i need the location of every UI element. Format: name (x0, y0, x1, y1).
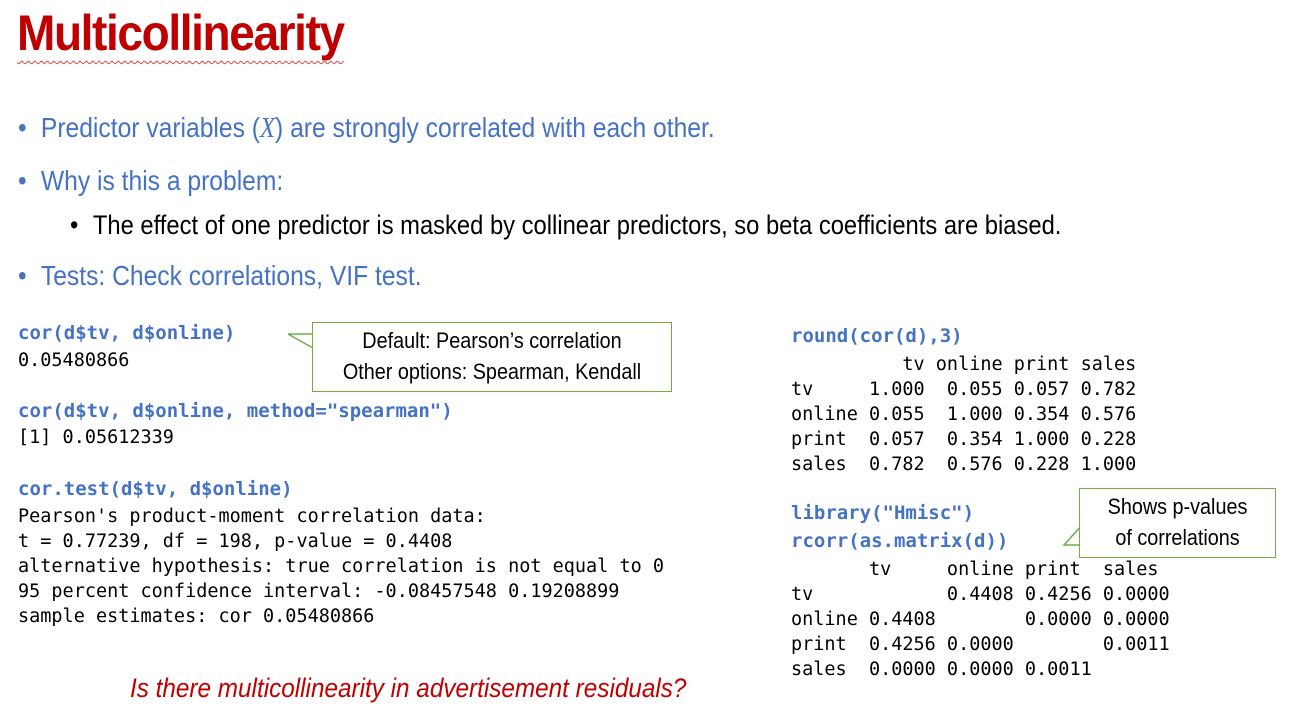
code-round-cor: round(cor(d),3) (791, 325, 963, 347)
bullet-text: Predictor variables ( (40, 112, 260, 143)
output-rcorr-pvalues: tv online print sales tv 0.4408 0.4256 0… (791, 559, 1170, 680)
code-rcorr: rcorr(as.matrix(d)) (791, 530, 1009, 552)
slide-title: Multicollinearity (17, 5, 345, 61)
variable-x: X (259, 113, 276, 144)
bullet-dot-icon: • (18, 260, 27, 291)
question-text: Is there multicollinearity in advertisem… (130, 673, 687, 703)
callout-default-pearson: Default: Pearson’s correlation Other opt… (312, 322, 672, 392)
bullet-text: Tests: Check correlations, VIF test. (40, 260, 422, 291)
code-cor-spearman: cor(d$tv, d$online, method="spearman") (18, 400, 453, 422)
callout-line: Shows p-values (1107, 494, 1248, 519)
bullet-text: The effect of one predictor is masked by… (92, 210, 1062, 240)
code-cor: cor(d$tv, d$online) (18, 322, 236, 344)
callout-line: of correlations (1115, 525, 1240, 550)
code-library-hmisc: library("Hmisc") (791, 502, 975, 524)
callout-line: Default: Pearson’s correlation (362, 328, 622, 353)
bullet-dot-icon: • (18, 112, 27, 143)
bullet-text: ) are strongly correlated with each othe… (275, 112, 715, 143)
code-cor-test: cor.test(d$tv, d$online) (18, 478, 293, 500)
bullet-text: Why is this a problem: (40, 165, 284, 196)
output-cor-matrix: tv online print sales tv 1.000 0.055 0.0… (791, 354, 1137, 475)
bullet-predictors: • Predictor variables (X) are strongly co… (18, 112, 715, 145)
output-cor-test: Pearson's product-moment correlation dat… (18, 506, 665, 627)
bullet-dot-icon: • (70, 210, 79, 240)
callout-line: Other options: Spearman, Kendall (342, 359, 642, 384)
output-cor-spearman: [1] 0.05612339 (18, 427, 174, 448)
bullet-dot-icon: • (18, 165, 27, 196)
callout-p-values: Shows p-values of correlations (1079, 488, 1276, 558)
output-cor: 0.05480866 (18, 350, 130, 371)
bullet-tests: • Tests: Check correlations, VIF test. (18, 260, 422, 292)
bullet-why: • Why is this a problem: (18, 165, 283, 197)
sub-bullet-effect: • The effect of one predictor is masked b… (70, 210, 1061, 241)
